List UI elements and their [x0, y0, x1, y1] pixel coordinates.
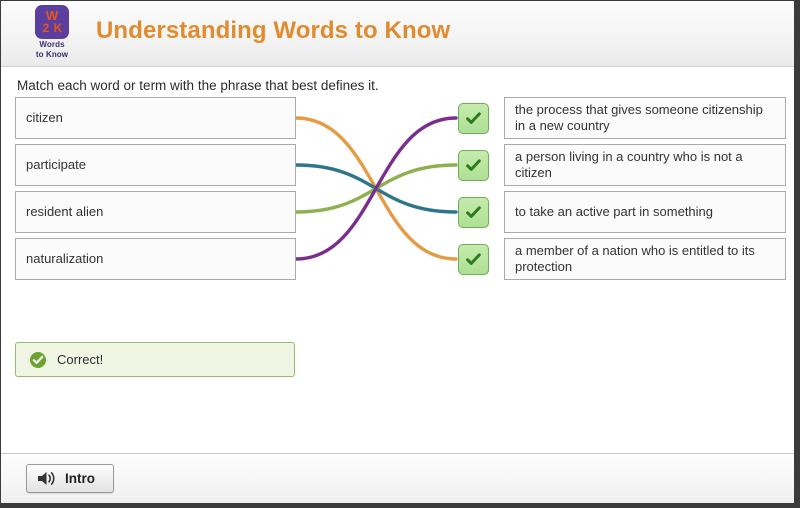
w2k-glyph-icon: W 2 K: [43, 8, 63, 35]
correct-badge: [458, 103, 489, 134]
logo-caption-line2: to Know: [35, 49, 69, 59]
definition-label: a member of a nation who is entitled to …: [515, 243, 755, 274]
app-footer: Intro: [1, 453, 794, 503]
check-icon: [466, 206, 481, 218]
term-box[interactable]: resident alien: [15, 191, 296, 233]
term-label: participate: [26, 157, 86, 172]
correct-badge: [458, 197, 489, 228]
connection-line: [294, 116, 458, 261]
feedback-banner: Correct!: [15, 342, 295, 377]
definitions-column: the process that gives someone citizensh…: [504, 97, 786, 285]
definition-label: to take an active part in something: [515, 204, 714, 219]
check-circle-icon: [30, 351, 46, 368]
words-to-know-logo: W 2 K Words to Know: [25, 5, 79, 59]
definition-label: the process that gives someone citizensh…: [515, 102, 763, 133]
instruction-text: Match each word or term with the phrase …: [17, 78, 379, 93]
definition-box[interactable]: to take an active part in something: [504, 191, 786, 233]
correct-badge: [458, 150, 489, 181]
connection-line: [294, 163, 458, 214]
logo-caption: Words to Know: [25, 40, 79, 59]
activity-window: W 2 K Words to Know Understanding Words …: [0, 0, 800, 508]
check-icon: [466, 159, 481, 171]
term-box[interactable]: naturalization: [15, 238, 296, 280]
terms-column: citizen participate resident alien natur…: [15, 97, 296, 285]
intro-button-label: Intro: [65, 471, 95, 486]
check-icon: [466, 112, 481, 124]
app-header: W 2 K Words to Know Understanding Words …: [1, 1, 794, 67]
intro-button[interactable]: Intro: [26, 464, 114, 493]
definition-box[interactable]: the process that gives someone citizensh…: [504, 97, 786, 139]
term-label: resident alien: [26, 204, 104, 219]
term-box[interactable]: citizen: [15, 97, 296, 139]
feedback-text: Correct!: [57, 352, 104, 367]
term-label: naturalization: [26, 251, 104, 266]
logo-caption-line1: Words: [39, 40, 65, 49]
term-label: citizen: [26, 110, 63, 125]
speaker-icon: [38, 472, 55, 485]
definition-box[interactable]: a person living in a country who is not …: [504, 144, 786, 186]
definition-label: a person living in a country who is not …: [515, 149, 743, 180]
svg-text:2: 2: [43, 21, 50, 35]
matching-area: citizen participate resident alien natur…: [1, 97, 794, 282]
page-title: Understanding Words to Know: [96, 17, 451, 44]
connection-line: [294, 116, 458, 261]
term-box[interactable]: participate: [15, 144, 296, 186]
definition-box[interactable]: a member of a nation who is entitled to …: [504, 238, 786, 280]
correct-badge: [458, 244, 489, 275]
connection-line: [294, 163, 458, 214]
result-badges-column: [458, 97, 490, 291]
svg-text:K: K: [54, 21, 63, 35]
check-icon: [466, 253, 481, 265]
logo-mark-icon: W 2 K: [35, 5, 69, 39]
